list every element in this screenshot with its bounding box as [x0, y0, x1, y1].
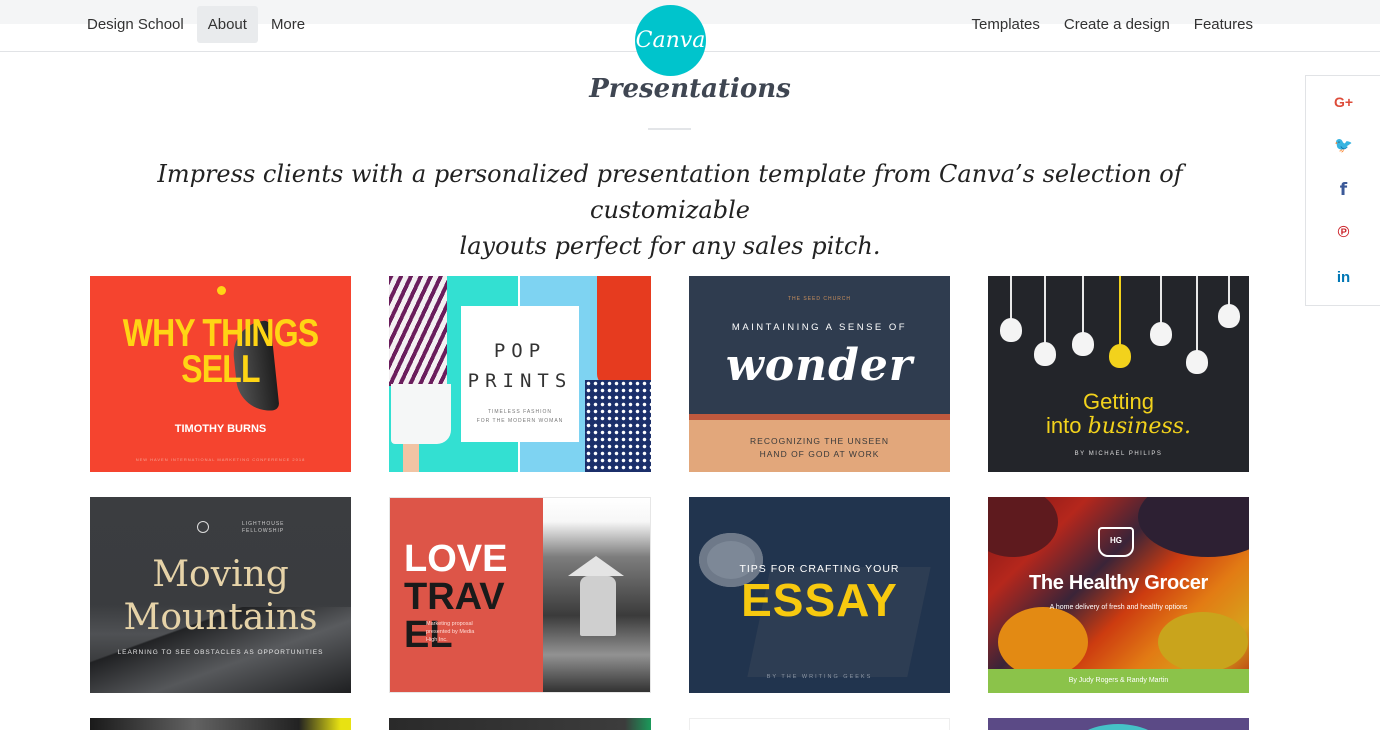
card-title: wonder	[725, 340, 914, 391]
lightbulb-icon	[1150, 276, 1172, 346]
card-description: Marketing proposal presented by Media Hi…	[426, 620, 474, 644]
polka-skirt-image	[585, 380, 651, 472]
linkedin-icon[interactable]: in	[1306, 269, 1380, 286]
card-title: ESSAY	[741, 574, 898, 626]
card-title-line-2: Mountains	[123, 597, 318, 638]
eggplant-image	[1138, 497, 1249, 557]
card-author: BY MICHAEL PHILIPS	[1074, 451, 1163, 457]
page-title: Presentations	[589, 74, 791, 104]
card-subtitle: LEARNING TO SEE OBSTACLES AS OPPORTUNITI…	[117, 649, 324, 656]
card-description-line-1: Marketing proposal	[426, 621, 473, 627]
title-box: POP PRINTS TIMELESS FASHION FOR THE MODE…	[461, 306, 579, 442]
template-card-getting-into-business[interactable]: Getting into business. BY MICHAEL PHILIP…	[988, 276, 1249, 472]
pepper-image	[1158, 612, 1248, 672]
pinterest-icon[interactable]: ℗	[1306, 224, 1380, 242]
card-kicker: MAINTAINING A SENSE OF	[731, 322, 908, 333]
striped-shirt-image	[389, 276, 447, 386]
template-card-love-travel[interactable]: LOVE TRAV EL Marketing proposal presente…	[389, 497, 651, 693]
card-subtitle: RECOGNIZING THE UNSEEN HAND OF GOD AT WO…	[689, 435, 950, 461]
card-description-line-3: High Inc.	[426, 637, 448, 643]
facebook-icon[interactable]: f	[1306, 180, 1380, 200]
card-title-line-2: PRINTS	[467, 370, 573, 392]
intro-line-2: layouts perfect for any sales pitch.	[459, 232, 881, 260]
template-card-pop-prints[interactable]: POP PRINTS TIMELESS FASHION FOR THE MODE…	[389, 276, 651, 472]
card-title-love: LOVE	[404, 538, 508, 580]
card-title-line-2: into business.	[988, 414, 1249, 439]
lightbulb-icon	[1034, 276, 1056, 366]
card-tagline: A home delivery of fresh and healthy opt…	[1049, 604, 1188, 611]
red-vest-image	[597, 276, 651, 386]
intro-line-1: Impress clients with a personalized pres…	[157, 160, 1183, 224]
card-title-into: into	[1046, 413, 1088, 438]
card-subtitle-line-2: FOR THE MODERN WOMAN	[476, 418, 564, 424]
template-card-why-things-sell[interactable]: WHY THINGS SELL TIMOTHY BURNS NEW HAVEN …	[90, 276, 351, 472]
google-plus-icon[interactable]: G+	[1306, 94, 1380, 110]
lightbulb-icon	[1186, 276, 1208, 374]
nav-about[interactable]: About	[196, 6, 258, 43]
template-card-partial[interactable]	[988, 718, 1249, 730]
card-title-line-1: Getting	[1083, 389, 1154, 414]
card-footer: NEW HAVEN INTERNATIONAL MARKETING CONFER…	[135, 457, 306, 462]
twitter-icon[interactable]: 🐦	[1306, 136, 1380, 154]
card-description-line-2: presented by Media	[426, 629, 475, 635]
logo-dot	[217, 286, 226, 295]
social-share-bar: G+ 🐦 f ℗ in	[1305, 75, 1380, 306]
card-title-business: business.	[1087, 414, 1191, 439]
nav-right: Templates Create a design Features	[961, 6, 1264, 43]
nav-left: Design School About More	[76, 6, 316, 43]
card-title: The Healthy Grocer	[1028, 572, 1209, 594]
nav-more[interactable]: More	[260, 6, 316, 43]
card-title: WHY THINGS SELL	[122, 312, 319, 391]
nav-design-school[interactable]: Design School	[76, 6, 195, 43]
intro-text: Impress clients with a personalized pres…	[100, 156, 1240, 264]
template-card-wonder[interactable]: THE SEED CHURCH MAINTAINING A SENSE OF w…	[689, 276, 950, 472]
leg-image	[403, 444, 419, 472]
card-author: BY THE WRITING GEEKS	[766, 674, 873, 680]
card-org: THE SEED CHURCH	[787, 296, 852, 302]
template-card-moving-mountains[interactable]: LIGHTHOUSE FELLOWSHIP Moving Mountains L…	[90, 497, 351, 693]
shopping-cart-icon: HG	[1098, 527, 1134, 557]
card-author: TIMOTHY BURNS	[174, 423, 267, 435]
lighthouse-logo-icon	[197, 521, 209, 533]
title-divider	[648, 128, 691, 130]
card-title: Moving Mountains	[90, 553, 351, 639]
card-org: LIGHTHOUSE FELLOWSHIP	[242, 521, 285, 534]
card-subtitle-line-1: TIMELESS FASHION	[487, 409, 553, 415]
nav-features[interactable]: Features	[1183, 6, 1264, 43]
card-title-line-1: POP	[493, 340, 547, 362]
card-subtitle-line-2: HAND OF GOD AT WORK	[759, 449, 880, 459]
lit-lightbulb-icon	[1109, 276, 1131, 368]
template-card-healthy-grocer[interactable]: HG The Healthy Grocer A home delivery of…	[988, 497, 1249, 693]
card-footer-band: By Judy Rogers & Randy Martin	[988, 669, 1249, 693]
card-subtitle-line-1: RECOGNIZING THE UNSEEN	[750, 436, 889, 446]
template-card-partial[interactable]	[689, 718, 950, 730]
nav-create-a-design[interactable]: Create a design	[1053, 6, 1181, 43]
card-title-trav: TRAV	[404, 576, 505, 618]
card-title: POP PRINTS	[461, 336, 579, 396]
lightbulb-icon	[1000, 276, 1022, 342]
person-image	[580, 576, 616, 636]
template-card-partial[interactable]	[389, 718, 651, 730]
template-grid: WHY THINGS SELL TIMOTHY BURNS NEW HAVEN …	[90, 276, 1250, 730]
canva-logo[interactable]: Canva	[635, 5, 706, 76]
lightbulb-icon	[1218, 276, 1240, 328]
nav-templates[interactable]: Templates	[961, 6, 1051, 43]
pepper-image	[998, 607, 1088, 677]
template-card-partial[interactable]	[90, 718, 351, 730]
shorts-image	[391, 384, 451, 444]
card-subtitle: TIMELESS FASHION FOR THE MODERN WOMAN	[461, 408, 579, 426]
card-title-line-1: Moving	[152, 554, 289, 595]
template-card-essay[interactable]: TIPS FOR CRAFTING YOUR ESSAY BY THE WRIT…	[689, 497, 950, 693]
vegetable-image	[988, 497, 1058, 557]
card-author: By Judy Rogers & Randy Martin	[1068, 677, 1169, 684]
lightbulb-icon	[1072, 276, 1094, 356]
logo-initials: HG	[1110, 536, 1122, 545]
